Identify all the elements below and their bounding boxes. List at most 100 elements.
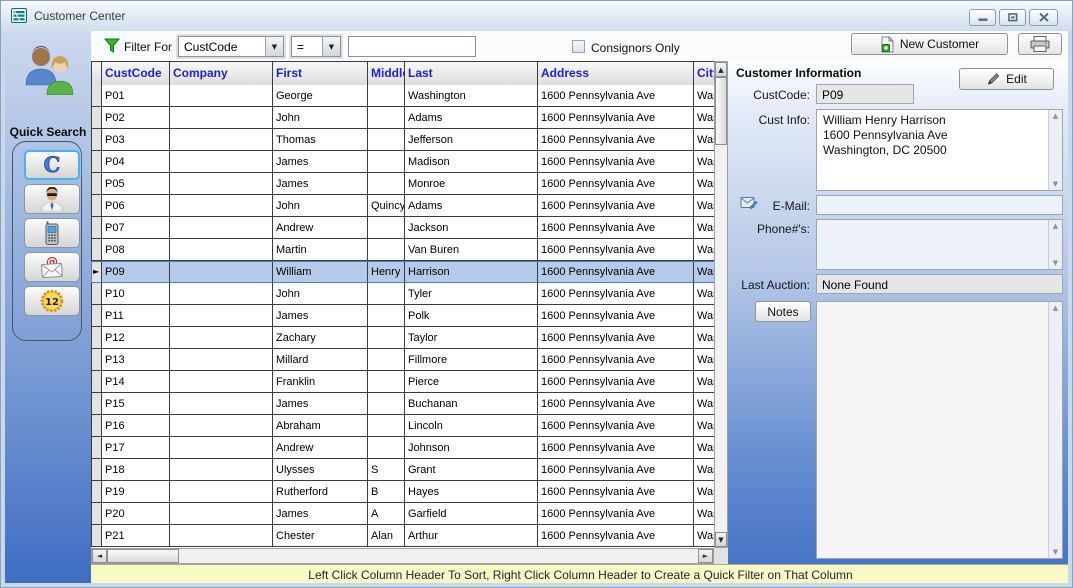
cell-city: Washington <box>694 437 715 459</box>
cell-last: Adams <box>405 195 538 217</box>
cell-middle <box>368 371 405 393</box>
notes-button[interactable]: Notes <box>755 301 811 322</box>
cell-custcode: P02 <box>102 107 170 129</box>
table-row[interactable]: P19RutherfordBHayes1600 Pennsylvania Ave… <box>91 481 715 503</box>
new-customer-button[interactable]: New Customer <box>851 33 1008 55</box>
column-header-city[interactable]: City <box>694 62 715 86</box>
scroll-down-arrow[interactable]: ▼ <box>1049 548 1062 556</box>
row-selector-cell <box>92 85 102 107</box>
titlebar[interactable]: Customer Center <box>1 1 1072 32</box>
table-row[interactable]: P16AbrahamLincoln1600 Pennsylvania AveWa… <box>91 415 715 437</box>
column-header-company[interactable]: Company <box>170 62 273 86</box>
column-header-custcode[interactable]: CustCode <box>102 62 170 86</box>
quick-search-phone-button[interactable] <box>24 218 80 248</box>
column-header-middle[interactable]: Middle <box>368 62 405 86</box>
table-row[interactable]: P14FranklinPierce1600 Pennsylvania AveWa… <box>91 371 715 393</box>
window-title: Customer Center <box>34 9 125 23</box>
cell-last: Johnson <box>405 437 538 459</box>
quick-search-name-button[interactable] <box>24 184 80 214</box>
table-row[interactable]: P03ThomasJefferson1600 Pennsylvania AveW… <box>91 129 715 151</box>
cell-city: Washington <box>694 415 715 437</box>
row-selector-header <box>92 62 102 86</box>
quick-search-email-button[interactable]: @ <box>24 252 80 282</box>
scroll-down-arrow[interactable]: ▼ <box>1049 180 1062 188</box>
cell-middle: Henry <box>368 261 405 283</box>
restore-button[interactable] <box>999 9 1026 26</box>
close-icon <box>1039 13 1049 22</box>
vertical-scrollbar[interactable]: ▲ ▼ <box>714 61 728 548</box>
new-customer-label: New Customer <box>900 37 979 51</box>
scroll-right-arrow[interactable]: ► <box>698 549 713 563</box>
last-auction-label: Last Auction: <box>730 278 810 292</box>
table-row[interactable]: P10JohnTyler1600 Pennsylvania AveWashing… <box>91 283 715 305</box>
table-row[interactable]: ►P09WilliamHenryHarrison1600 Pennsylvani… <box>91 261 715 283</box>
table-row[interactable]: P01GeorgeWashington1600 Pennsylvania Ave… <box>91 85 715 107</box>
table-row[interactable]: P06JohnQuincyAdams1600 Pennsylvania AveW… <box>91 195 715 217</box>
table-row[interactable]: P07AndrewJackson1600 Pennsylvania AveWas… <box>91 217 715 239</box>
row-selector-cell <box>92 173 102 195</box>
chevron-down-icon[interactable]: ▼ <box>265 37 283 56</box>
filter-operator-dropdown[interactable]: = ▼ <box>291 36 341 57</box>
phones-scrollbar[interactable]: ▲▼ <box>1048 220 1062 269</box>
cell-custcode: P07 <box>102 217 170 239</box>
vertical-scroll-thumb[interactable] <box>715 77 727 145</box>
cell-first: Andrew <box>273 217 368 239</box>
quick-search-custcode-button[interactable]: C <box>24 150 80 180</box>
cell-city: Washington <box>694 459 715 481</box>
scroll-up-arrow[interactable]: ▲ <box>1049 112 1062 120</box>
badge-12-icon: 12 <box>40 289 64 313</box>
chevron-down-icon[interactable]: ▼ <box>322 37 340 56</box>
table-row[interactable]: P12ZacharyTaylor1600 Pennsylvania AveWas… <box>91 327 715 349</box>
cust-info-field[interactable]: William Henry Harrison 1600 Pennsylvania… <box>816 109 1063 191</box>
table-row[interactable]: P04JamesMadison1600 Pennsylvania AveWash… <box>91 151 715 173</box>
quick-search-recent-button[interactable]: 12 <box>24 286 80 316</box>
last-auction-field: None Found <box>816 274 1063 294</box>
table-row[interactable]: P21ChesterAlanArthur1600 Pennsylvania Av… <box>91 525 715 547</box>
close-button[interactable] <box>1029 9 1058 26</box>
quick-search-sidebar: Quick Search C <box>5 31 91 585</box>
cell-company <box>170 217 273 239</box>
minimize-button[interactable] <box>969 9 996 26</box>
print-button[interactable] <box>1018 33 1062 55</box>
phones-field[interactable]: ▲▼ <box>816 219 1063 270</box>
table-row[interactable]: P17AndrewJohnson1600 Pennsylvania AveWas… <box>91 437 715 459</box>
cell-company <box>170 481 273 503</box>
row-selector-cell <box>92 459 102 481</box>
scroll-up-arrow[interactable]: ▲ <box>1049 304 1062 312</box>
cust-info-scrollbar[interactable]: ▲▼ <box>1048 110 1062 190</box>
consignors-only-label: Consignors Only <box>591 41 680 55</box>
table-row[interactable]: P13MillardFillmore1600 Pennsylvania AveW… <box>91 349 715 371</box>
table-row[interactable]: P18UlyssesSGrant1600 Pennsylvania AveWas… <box>91 459 715 481</box>
edit-button[interactable]: Edit <box>959 68 1054 90</box>
table-row[interactable]: P08MartinVan Buren1600 Pennsylvania AveW… <box>91 239 715 261</box>
column-header-last[interactable]: Last <box>405 62 538 86</box>
horizontal-scrollbar[interactable]: ◄ ► <box>91 548 714 564</box>
horizontal-scroll-thumb[interactable] <box>107 549 179 563</box>
column-header-first[interactable]: First <box>273 62 368 86</box>
scroll-up-arrow[interactable]: ▲ <box>1049 222 1062 230</box>
scroll-down-arrow[interactable]: ▼ <box>715 532 727 547</box>
table-row[interactable]: P05JamesMonroe1600 Pennsylvania AveWashi… <box>91 173 715 195</box>
notes-scrollbar[interactable]: ▲▼ <box>1048 302 1062 558</box>
cell-first: James <box>273 305 368 327</box>
scroll-up-arrow[interactable]: ▲ <box>715 62 727 77</box>
email-label: E-Mail: <box>730 199 810 213</box>
scroll-left-arrow[interactable]: ◄ <box>92 549 107 563</box>
consignors-only-checkbox[interactable] <box>572 40 585 53</box>
row-selector-cell <box>92 327 102 349</box>
table-row[interactable]: P02JohnAdams1600 Pennsylvania AveWashing… <box>91 107 715 129</box>
filter-value-input[interactable] <box>348 36 476 57</box>
cell-address: 1600 Pennsylvania Ave <box>538 503 694 525</box>
table-row[interactable]: P20JamesAGarfield1600 Pennsylvania AveWa… <box>91 503 715 525</box>
table-row[interactable]: P15JamesBuchanan1600 Pennsylvania AveWas… <box>91 393 715 415</box>
email-field[interactable] <box>816 195 1063 215</box>
cell-custcode: P09 <box>102 261 170 283</box>
notes-field[interactable]: ▲▼ <box>816 301 1063 559</box>
scroll-down-arrow[interactable]: ▼ <box>1049 259 1062 267</box>
cell-city: Washington <box>694 173 715 195</box>
table-row[interactable]: P11JamesPolk1600 Pennsylvania AveWashing… <box>91 305 715 327</box>
cell-city: Washington <box>694 217 715 239</box>
column-header-address[interactable]: Address <box>538 62 694 86</box>
quick-search-label: Quick Search <box>5 125 91 139</box>
filter-field-dropdown[interactable]: CustCode ▼ <box>178 36 284 57</box>
